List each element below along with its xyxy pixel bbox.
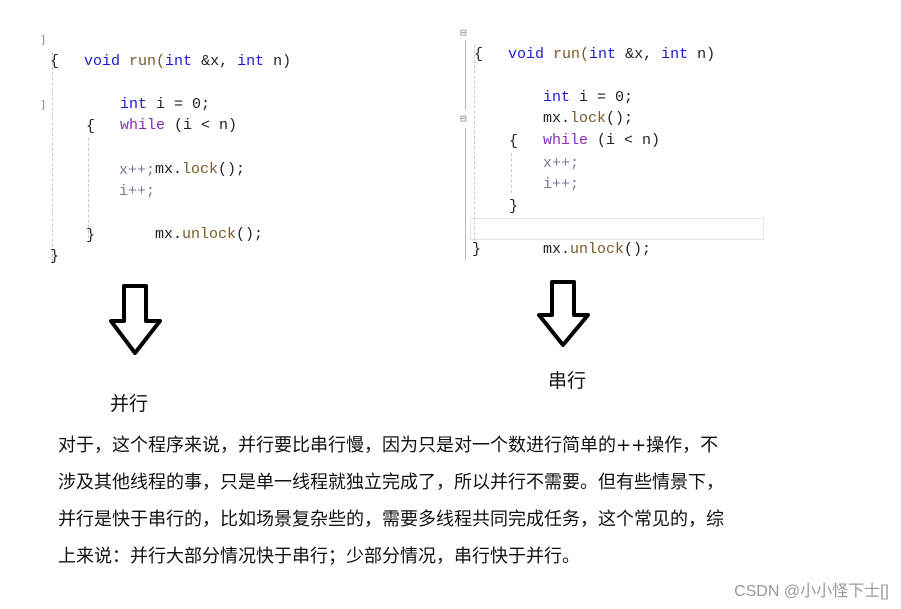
code-line: int i = 0; (84, 73, 210, 113)
code-token: &x, (616, 46, 662, 63)
code-token: int (589, 46, 617, 63)
parallel-label: 并行 (110, 393, 149, 415)
down-arrow-icon (109, 284, 162, 355)
code-token: (); (624, 241, 652, 258)
code-line: void run(int &x, int n) (472, 23, 715, 63)
code-token: lock (182, 161, 219, 178)
code-token: void (508, 46, 545, 63)
code-token: (); (218, 161, 246, 178)
code-line: void run(int &x, int n) (48, 30, 291, 70)
code-line: i++; (119, 183, 156, 200)
code-line: mx.lock(); (507, 87, 633, 127)
code-token: unlock (570, 241, 625, 258)
code-token: run( (120, 53, 166, 70)
code-line: while (i < n) (84, 94, 237, 134)
code-token: void (84, 53, 121, 70)
code-token: while (543, 132, 589, 149)
code-token: mx. (155, 226, 183, 243)
scope-bar (465, 40, 466, 110)
code-line: x++; (543, 155, 580, 172)
fold-collapse-icon[interactable]: ⊟ (460, 112, 467, 125)
paragraph-line: 上来说：并行大部分情况快于串行；少部分情况，串行快于并行。 (58, 546, 580, 567)
code-line: { (474, 46, 484, 63)
scope-bar (465, 128, 466, 260)
right-code-block: ⊟ ⊟ void run(int &x, int n) { int i = 0;… (460, 23, 765, 268)
code-line: { (50, 53, 60, 70)
code-line: x++; (119, 162, 156, 179)
code-token: &x, (192, 53, 238, 70)
code-line: while (i < n) (507, 109, 660, 149)
code-line: { (86, 118, 96, 135)
code-line: i++; (543, 176, 580, 193)
code-token: unlock (182, 226, 237, 243)
code-line: mx.unlock(); (119, 203, 263, 243)
explanation-paragraph: 对于，这个程序来说，并行要比串行慢，因为只是对一个数进行简单的++操作，不 涉及… (58, 427, 818, 575)
code-token: n) (264, 53, 292, 70)
fold-marker: ] (40, 33, 47, 46)
code-line: } (50, 248, 60, 265)
code-token: run( (544, 46, 590, 63)
code-line: int i = 0; (507, 66, 633, 106)
paragraph-line: 对于，这个程序来说，并行要比串行慢，因为只是对一个数进行简单的++操作，不 (58, 435, 719, 456)
code-line: } (472, 241, 482, 258)
left-code-block: ] ] void run(int &x, int n) { int i = 0;… (40, 30, 300, 275)
code-token: mx. (543, 241, 571, 258)
code-token: int (237, 53, 265, 70)
serial-label: 串行 (548, 370, 587, 392)
code-token: (i < n) (165, 117, 238, 134)
code-token: while (120, 117, 166, 134)
code-token: (); (236, 226, 264, 243)
fold-marker: ] (40, 98, 47, 111)
code-token: (i < n) (588, 132, 661, 149)
down-arrow-icon (537, 280, 590, 347)
code-line: mx.lock(); (119, 138, 245, 178)
code-token: int (165, 53, 193, 70)
watermark: CSDN @小小怪下士[] (734, 583, 889, 600)
paragraph-line: 并行是快于串行的，比如场景复杂些的，需要多线程共同完成任务，这个常见的，综 (58, 509, 724, 530)
fold-collapse-icon[interactable]: ⊟ (460, 26, 467, 39)
code-line: } (509, 198, 519, 215)
code-line: } (86, 227, 96, 244)
code-token: int (661, 46, 689, 63)
paragraph-line: 涉及其他线程的事，只是单一线程就独立完成了，所以并行不需要。但有些情景下， (58, 472, 724, 493)
code-line: mx.unlock(); (507, 218, 651, 258)
code-token: n) (688, 46, 716, 63)
code-line: { (509, 133, 519, 150)
code-token: mx. (155, 161, 183, 178)
